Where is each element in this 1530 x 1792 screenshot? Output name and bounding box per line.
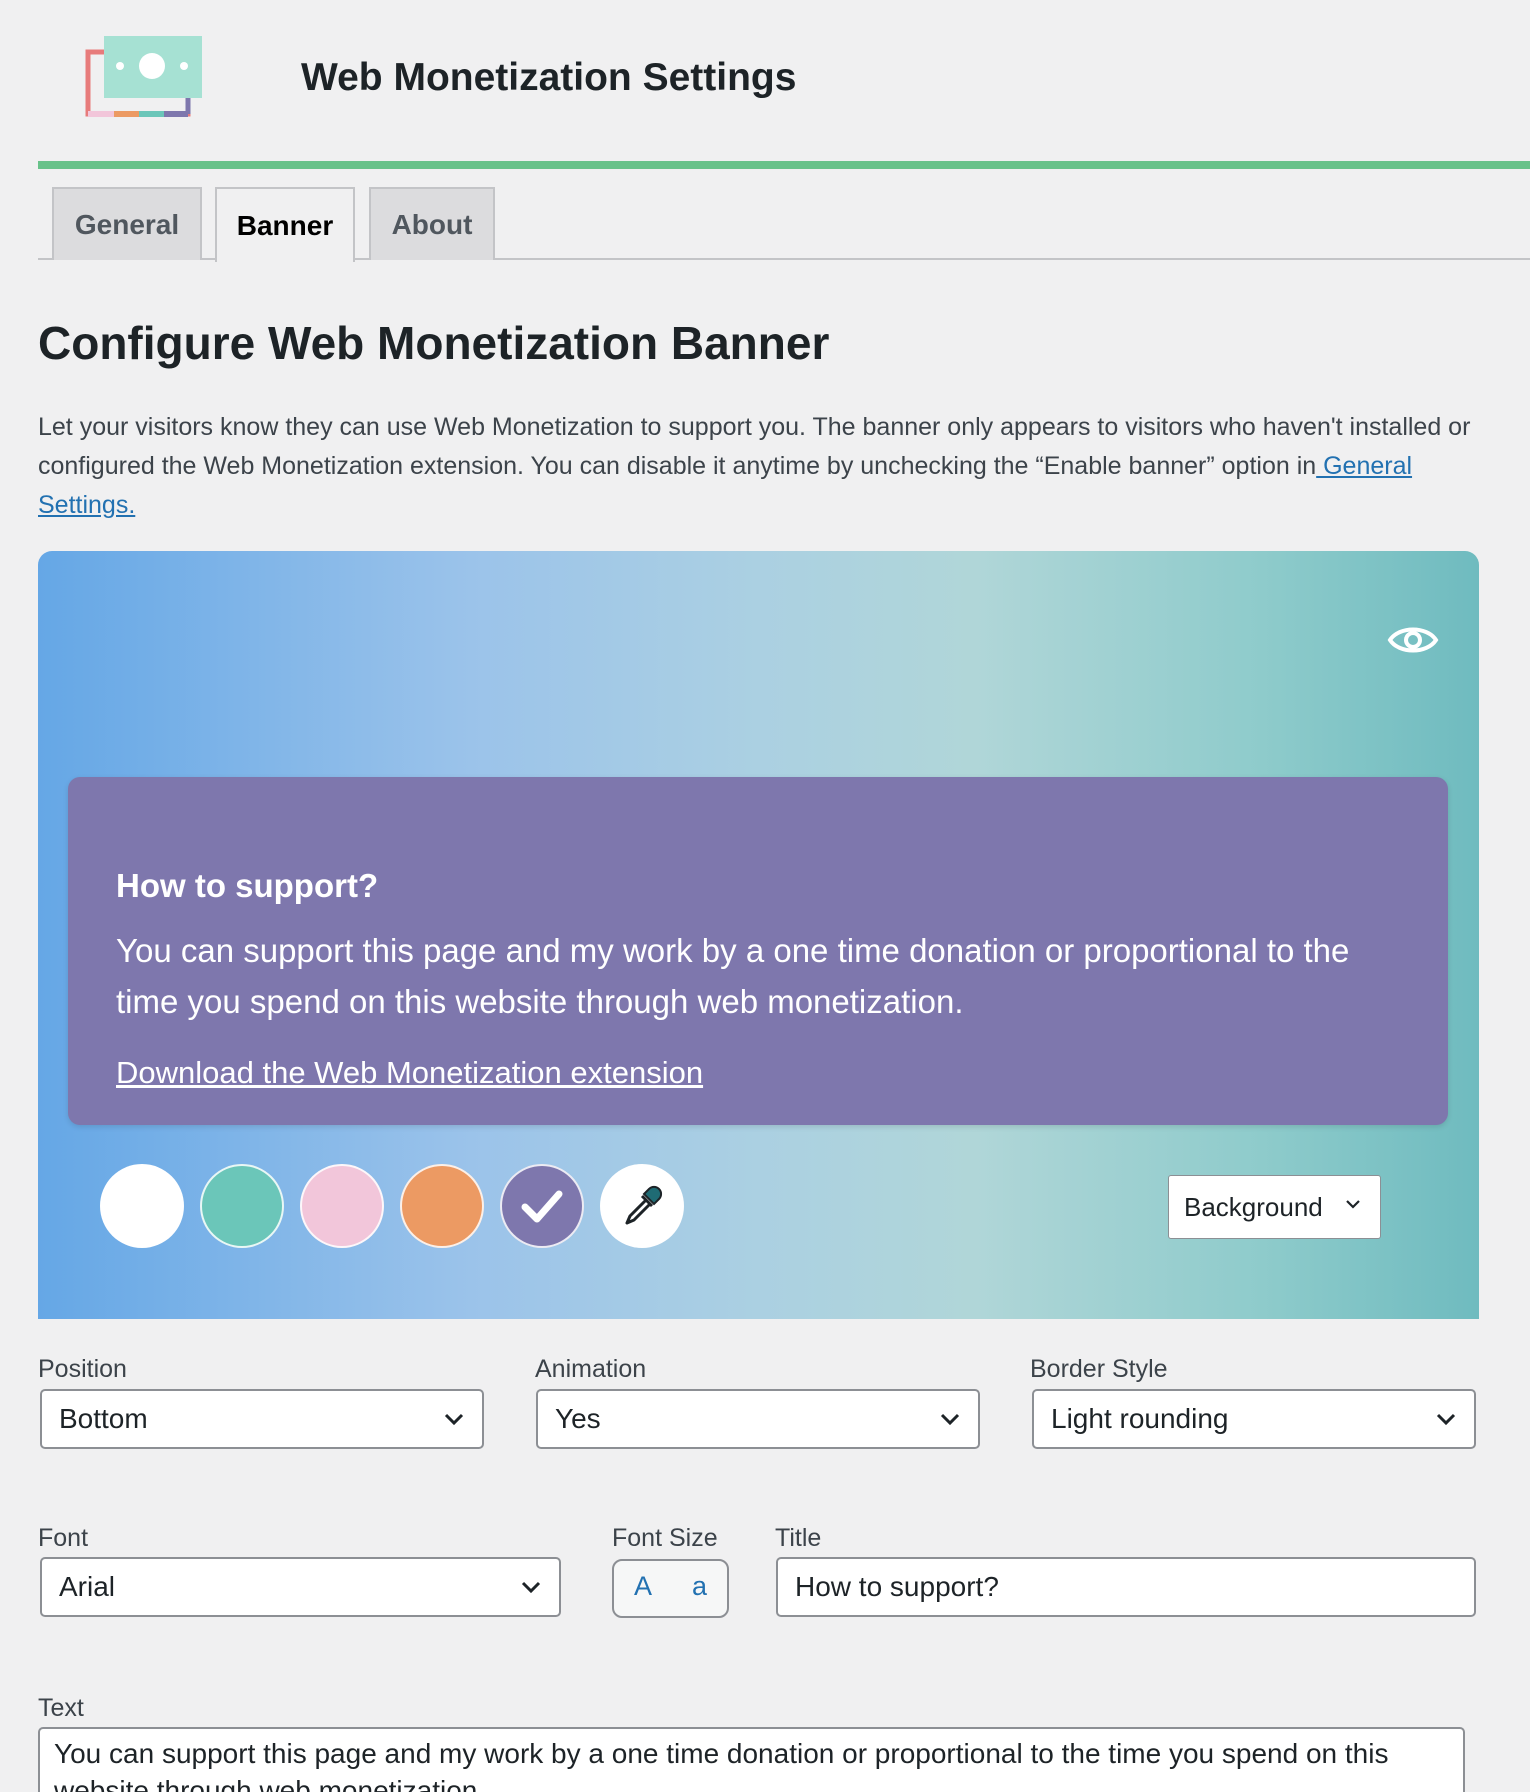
font-label: Font [38, 1524, 89, 1552]
download-extension-link[interactable]: Download the Web Monetization extension [116, 1055, 703, 1091]
tab-bar: General Banner About [38, 187, 1530, 262]
title-label: Title [775, 1524, 822, 1552]
text-label: Text [38, 1694, 84, 1722]
color-swatch-white[interactable] [100, 1164, 184, 1248]
text-textarea[interactable]: You can support this page and my work by… [38, 1727, 1465, 1792]
animation-value: Yes [555, 1403, 601, 1434]
font-select[interactable]: Arial [40, 1557, 561, 1617]
border-style-value: Light rounding [1051, 1403, 1229, 1434]
color-swatch-teal[interactable] [200, 1164, 284, 1248]
font-size-label: Font Size [612, 1524, 718, 1552]
tab-general[interactable]: General [52, 187, 202, 260]
chevron-down-icon [940, 1413, 960, 1426]
font-size-control: A a [612, 1559, 729, 1618]
checkmark-icon [521, 1190, 563, 1223]
custom-color-picker[interactable] [600, 1164, 684, 1248]
money-banknote-icon [85, 36, 202, 117]
eye-icon[interactable] [1387, 623, 1439, 657]
page-header: Web Monetization Settings [0, 0, 1530, 170]
intro-text: Let your visitors know they can use Web … [38, 413, 1471, 480]
chevron-down-icon [1346, 1200, 1360, 1209]
app-title: Web Monetization Settings [301, 56, 797, 99]
eyedropper-icon [625, 1185, 663, 1225]
tab-about[interactable]: About [369, 187, 495, 260]
position-label: Position [38, 1355, 127, 1383]
font-size-increase-button[interactable]: A [634, 1571, 652, 1602]
banner-card: How to support? You can support this pag… [68, 777, 1448, 1125]
border-style-label: Border Style [1030, 1355, 1168, 1383]
accent-divider [38, 161, 1530, 169]
banner-preview: How to support? You can support this pag… [38, 551, 1479, 1319]
chevron-down-icon [444, 1413, 464, 1426]
chevron-down-icon [1436, 1413, 1456, 1426]
position-select[interactable]: Bottom [40, 1389, 484, 1449]
chevron-down-icon [521, 1581, 541, 1594]
color-swatch-orange[interactable] [400, 1164, 484, 1248]
banner-title: How to support? [116, 867, 379, 904]
color-swatch-pink[interactable] [300, 1164, 384, 1248]
intro-paragraph: Let your visitors know they can use Web … [38, 408, 1488, 525]
color-swatch-purple[interactable] [500, 1164, 584, 1248]
font-value: Arial [59, 1571, 116, 1602]
page-title: Configure Web Monetization Banner [38, 317, 830, 369]
title-input[interactable]: How to support? [776, 1557, 1476, 1617]
tab-banner[interactable]: Banner [215, 187, 355, 262]
position-value: Bottom [59, 1403, 148, 1434]
color-target-value: Background [1184, 1191, 1323, 1222]
font-size-decrease-button[interactable]: a [692, 1571, 707, 1602]
color-target-select[interactable]: Background [1168, 1175, 1381, 1239]
animation-select[interactable]: Yes [536, 1389, 980, 1449]
animation-label: Animation [535, 1355, 647, 1383]
banner-text: You can support this page and my work by… [116, 932, 1350, 1020]
border-style-select[interactable]: Light rounding [1032, 1389, 1476, 1449]
